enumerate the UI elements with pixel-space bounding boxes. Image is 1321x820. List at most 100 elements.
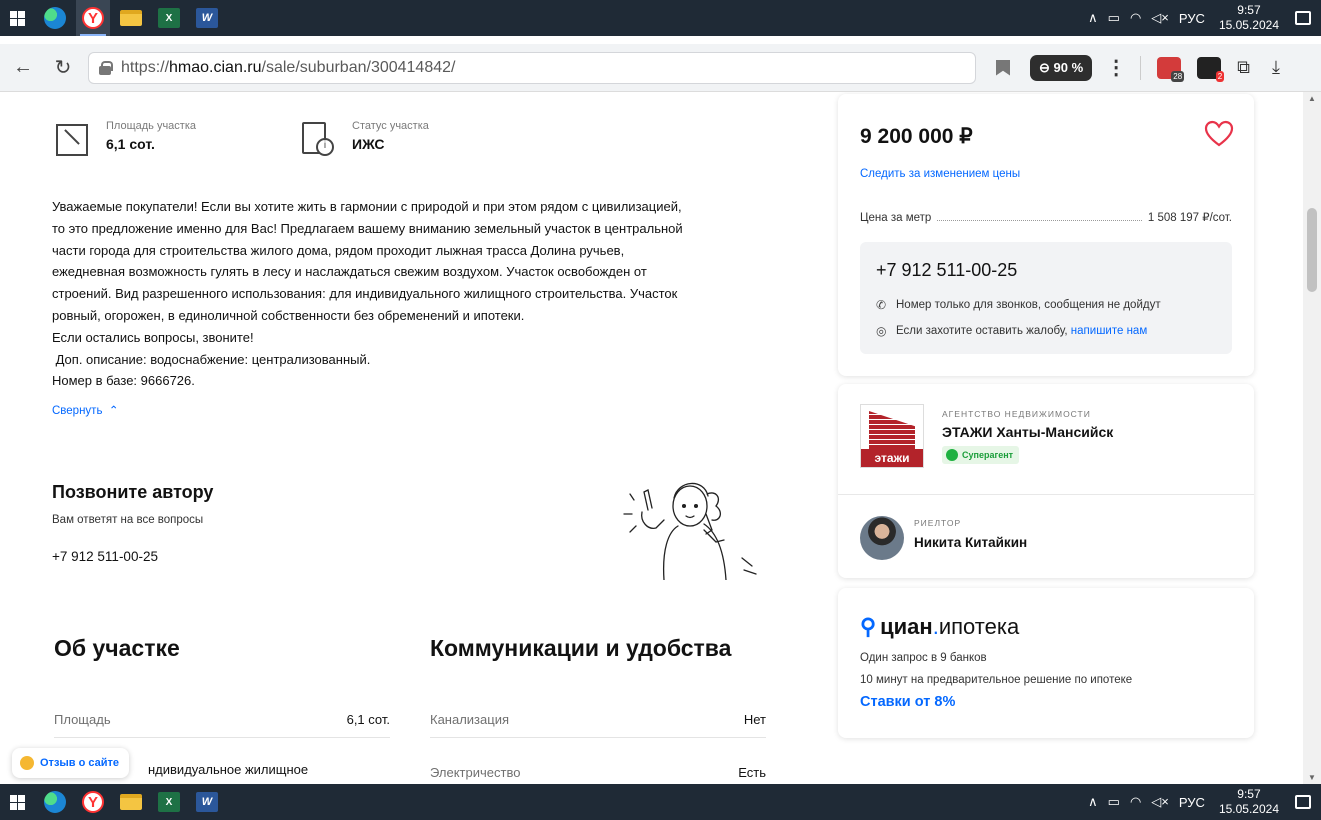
notifications-icon[interactable]: [1295, 795, 1311, 809]
mortgage-line-2: 10 минут на предварительное решение по и…: [860, 674, 1133, 686]
site-feedback-button[interactable]: Отзыв о сайте: [12, 748, 130, 778]
taskbar-excel[interactable]: X: [152, 784, 186, 820]
superagent-label: Суперагент: [962, 450, 1014, 460]
excel-icon: X: [158, 792, 180, 812]
agency-logo[interactable]: этажи: [860, 404, 924, 468]
superagent-badge: Суперагент: [942, 446, 1020, 464]
taskbar-excel[interactable]: X: [152, 0, 186, 36]
page-scrollbar[interactable]: ▲ ▼: [1303, 92, 1321, 784]
description-text: Уважаемые покупатели! Если вы хотите жит…: [52, 196, 782, 392]
agency-logo-text: этажи: [861, 449, 923, 467]
zoom-indicator[interactable]: ⊖ 90 %: [1030, 54, 1093, 81]
taskbar-bottom: Y X W ∧ ▭ ◠ ◁× РУС 9:57 15.05.2024: [0, 784, 1321, 820]
ppm-value: 1 508 197 ₽/сот.: [1147, 212, 1232, 224]
taskbar-explorer[interactable]: [114, 0, 148, 36]
chevron-up-icon[interactable]: ∧: [1088, 794, 1098, 810]
address-bar[interactable]: https://hmao.cian.ru/sale/suburban/30041…: [88, 51, 976, 84]
clock-time: 9:57: [1237, 787, 1261, 801]
spec-row: Электричество Есть: [430, 754, 766, 784]
toolbar-separator: [1140, 55, 1142, 80]
price-per-unit-row: Цена за метр 1 508 197 ₽/сот.: [860, 210, 1232, 224]
document-info-icon: [298, 120, 334, 156]
yandex-browser-icon: Y: [82, 7, 104, 29]
language-indicator[interactable]: РУС: [1179, 795, 1205, 810]
wifi-icon[interactable]: ◠: [1130, 794, 1141, 810]
edge-icon: [44, 791, 66, 813]
about-plot-title: Об участке: [54, 635, 180, 661]
taskbar-yandex[interactable]: Y: [76, 784, 110, 820]
reload-button[interactable]: ↻: [46, 51, 80, 85]
feature-value: ИЖС: [352, 136, 385, 152]
feature-plot-area: Площадь участка 6,1 сот.: [52, 120, 196, 156]
building-logo-icon: [869, 411, 915, 449]
mortgage-rates-link[interactable]: Ставки от 8%: [860, 694, 955, 710]
taskbar-edge[interactable]: [38, 784, 72, 820]
call-author-phone[interactable]: +7 912 511-00-25: [52, 549, 158, 564]
taskbar-edge[interactable]: [38, 0, 72, 36]
language-indicator[interactable]: РУС: [1179, 11, 1205, 26]
collapse-description-link[interactable]: Свернуть ⌃: [52, 403, 118, 417]
feature-label: Площадь участка: [106, 120, 196, 132]
call-author-subtitle: Вам ответят на все вопросы: [52, 514, 204, 526]
clock-date: 15.05.2024: [1218, 18, 1279, 32]
spec-key: Канализация: [430, 712, 509, 727]
extension-1-icon[interactable]: 28: [1157, 56, 1185, 82]
realtor-name[interactable]: Никита Китайкин: [914, 535, 1027, 550]
clock-time: 9:57: [1237, 3, 1261, 17]
extension-1-badge: 28: [1171, 70, 1185, 82]
description-line: ежедневная возможность гулять в лесу и н…: [52, 264, 647, 280]
scroll-down-icon[interactable]: ▼: [1308, 773, 1316, 782]
watch-price-link[interactable]: Следить за изменением цены: [860, 168, 1020, 180]
agency-caption: АГЕНТСТВО НЕДВИЖИМОСТИ: [942, 409, 1091, 419]
speaker-muted-icon[interactable]: ◁×: [1151, 10, 1169, 26]
phone-number[interactable]: +7 912 511-00-25: [876, 260, 1017, 281]
word-icon: W: [196, 8, 218, 28]
spec-key: Площадь: [54, 712, 111, 727]
scrollbar-thumb[interactable]: [1307, 208, 1317, 292]
wifi-icon[interactable]: ◠: [1130, 10, 1141, 26]
mortgage-card[interactable]: ⚲ циан. ипотека Один запрос в 9 банков 10…: [838, 588, 1254, 738]
extension-2-icon[interactable]: 2: [1197, 56, 1225, 82]
realtor-avatar[interactable]: [860, 516, 904, 560]
arrow-left-icon: ←: [13, 56, 33, 78]
clock[interactable]: 9:57 15.05.2024: [1219, 787, 1279, 817]
write-us-link[interactable]: напишите нам: [1071, 325, 1147, 337]
feature-label: Статус участка: [352, 120, 429, 132]
start-button[interactable]: [0, 784, 34, 820]
taskbar-word[interactable]: W: [190, 784, 224, 820]
taskbar-yandex[interactable]: Y: [76, 0, 110, 36]
dotted-leader: [937, 220, 1142, 221]
more-menu-icon[interactable]: ⋮: [1106, 55, 1126, 80]
network-icon[interactable]: ▭: [1108, 10, 1120, 26]
description-line: ровный, огорожен, в единоличной собствен…: [52, 307, 525, 323]
word-icon: W: [196, 792, 218, 812]
folder-icon: [120, 10, 142, 26]
phone-box: +7 912 511-00-25 ✆ Номер только для звон…: [860, 242, 1232, 354]
extensions-puzzle-icon[interactable]: ⧉: [1237, 57, 1250, 78]
agency-card: этажи АГЕНТСТВО НЕДВИЖИМОСТИ ЭТАЖИ Ханты…: [838, 384, 1254, 578]
heart-favorite-icon[interactable]: [1204, 120, 1234, 148]
card-divider: [838, 494, 1254, 495]
download-icon[interactable]: ⤓: [1272, 57, 1280, 78]
spec-value: 6,1 сот.: [346, 712, 390, 727]
taskbar-explorer[interactable]: [114, 784, 148, 820]
network-icon[interactable]: ▭: [1108, 794, 1120, 810]
clock[interactable]: 9:57 15.05.2024: [1219, 3, 1279, 33]
back-button[interactable]: ←: [6, 51, 40, 85]
agency-name[interactable]: ЭТАЖИ Ханты-Мансийск: [942, 424, 1113, 440]
chevron-up-icon: ⌃: [105, 405, 119, 417]
taskbar-word[interactable]: W: [190, 0, 224, 36]
chevron-up-icon[interactable]: ∧: [1088, 10, 1098, 26]
start-button[interactable]: [0, 0, 34, 36]
taskbar-top: Y X W ∧ ▭ ◠ ◁× РУС 9:57 15.05.2024: [0, 0, 1321, 36]
bookmark-icon[interactable]: [996, 59, 1010, 76]
extension-2-badge: 2: [1215, 70, 1225, 82]
system-tray: ∧ ▭ ◠ ◁× РУС 9:57 15.05.2024: [1088, 784, 1311, 820]
smile-icon: [20, 756, 34, 770]
notifications-icon[interactable]: [1295, 11, 1311, 25]
description-line: Уважаемые покупатели! Если вы хотите жит…: [52, 199, 682, 214]
scroll-up-icon[interactable]: ▲: [1308, 94, 1316, 103]
price-value: 9 200 000 ₽: [860, 125, 973, 148]
communications-title: Коммуникации и удобства: [430, 635, 732, 661]
speaker-muted-icon[interactable]: ◁×: [1151, 794, 1169, 810]
